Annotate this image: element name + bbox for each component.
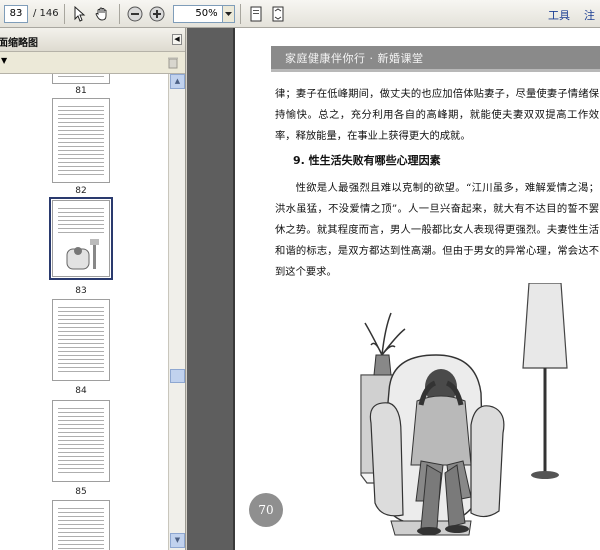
paragraph-2-text: 性欲是人最强烈且难以克制的欲望。“江川虽多，难解爱情之渴；洪水虽猛，不没爱情之顶… <box>275 182 599 278</box>
paragraph-1-text: 律；妻子在低峰期间，做丈夫的也应加倍体贴妻子，尽量使妻子情绪保持愉快。总之，充分… <box>275 88 599 142</box>
thumbnail-page-81[interactable] <box>52 74 110 84</box>
armchair-illustration <box>360 283 568 536</box>
thumbnail-page-85[interactable] <box>52 400 110 482</box>
thumbnail-text <box>58 507 104 550</box>
thumbnail-page-86[interactable] <box>52 500 110 550</box>
thumbnail-label: 85 <box>75 487 87 497</box>
thumbnail-page-84[interactable] <box>52 299 110 381</box>
running-header: 家庭健康伴你行 · 新婚课堂 <box>271 46 600 72</box>
hand-tool-icon[interactable] <box>92 4 112 24</box>
thumbnail-sidebar: 页面缩略图 ◀ ▼ 81 82 83 84 85 <box>0 28 186 550</box>
chevron-down-icon <box>224 11 232 16</box>
sidebar-title: 页面缩略图 ◀ <box>0 28 185 52</box>
thumbnail-page-82[interactable] <box>52 98 110 183</box>
page-total-label: / 146 <box>33 8 59 19</box>
thumbnail-label: 82 <box>75 186 87 196</box>
zoom-out-icon[interactable] <box>125 4 145 24</box>
thumbnail-text <box>58 306 104 374</box>
tools-menu-link[interactable]: 工具 <box>548 7 570 23</box>
chevron-up-icon: ▲ <box>174 77 181 85</box>
thumbnail-label: 81 <box>75 86 87 96</box>
fit-page-icon[interactable] <box>268 4 288 24</box>
thumbnail-text <box>58 407 104 475</box>
sidebar-title-text: 页面缩略图 <box>0 38 38 49</box>
document-viewer[interactable]: 家庭健康伴你行 · 新婚课堂 律；妻子在低峰期间，做丈夫的也应加倍体贴妻子，尽量… <box>187 28 600 550</box>
zoom-in-icon[interactable] <box>147 4 167 24</box>
thumbnail-label: 84 <box>75 386 87 396</box>
paragraph-2: 性欲是人最强烈且难以克制的欲望。“江川虽多，难解爱情之渴；洪水虽猛，不没爱情之顶… <box>275 178 599 283</box>
thumbnail-list[interactable]: 81 82 83 84 85 <box>0 74 168 550</box>
document-page: 家庭健康伴你行 · 新婚课堂 律；妻子在低峰期间，做丈夫的也应加倍体贴妻子，尽量… <box>233 28 600 550</box>
toolbar-divider <box>63 3 65 24</box>
section-heading: 9. 性生活失败有哪些心理因素 <box>293 154 441 167</box>
chevron-left-icon: ◀ <box>174 35 180 43</box>
thumbnail-page-83[interactable] <box>49 197 113 280</box>
scrollbar-thumb[interactable] <box>170 369 185 383</box>
thumbnail-text <box>58 207 104 236</box>
sidebar-scrollbar[interactable]: ▲ ▼ <box>168 74 185 550</box>
thumbnail-text <box>58 74 104 77</box>
chevron-down-icon: ▼ <box>174 536 181 544</box>
trash-icon[interactable] <box>167 56 179 69</box>
select-cursor-icon[interactable] <box>70 4 90 24</box>
comment-menu-link[interactable]: 注 <box>584 7 595 23</box>
options-dropdown-icon[interactable]: ▼ <box>1 56 7 65</box>
paragraph-1: 律；妻子在低峰期间，做丈夫的也应加倍体贴妻子，尽量使妻子情绪保持愉快。总之，充分… <box>275 84 599 147</box>
toolbar-divider <box>118 3 120 24</box>
main-toolbar: 83 / 146 50% 工具 注 <box>0 0 600 28</box>
page-number-input[interactable]: 83 <box>4 4 28 23</box>
scroll-down-button[interactable]: ▼ <box>170 533 185 548</box>
toolbar-divider <box>239 3 241 24</box>
thumbnail-text <box>58 105 104 176</box>
running-header-text: 家庭健康伴你行 · 新婚课堂 <box>285 52 424 65</box>
thumbnail-illustration <box>66 239 99 270</box>
zoom-dropdown-button[interactable] <box>222 4 235 23</box>
thumbnail-label: 83 <box>75 286 87 296</box>
single-page-view-icon[interactable] <box>246 4 266 24</box>
page-number-badge: 70 <box>249 493 283 527</box>
sidebar-toolbar: ▼ <box>0 52 185 74</box>
zoom-level-input[interactable]: 50% <box>172 4 223 23</box>
collapse-sidebar-button[interactable]: ◀ <box>172 34 182 45</box>
scroll-up-button[interactable]: ▲ <box>170 74 185 89</box>
